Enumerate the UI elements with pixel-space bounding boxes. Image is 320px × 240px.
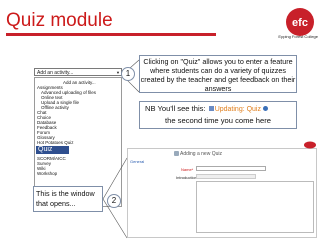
general-section-label: General <box>130 159 145 164</box>
quiz-icon <box>174 151 179 156</box>
editor-toolbar[interactable] <box>196 174 256 179</box>
window-title: Adding a new Quiz <box>180 151 222 157</box>
updating-quiz-label: Updating: Quiz <box>214 106 261 113</box>
introduction-label: Introduction <box>176 175 197 180</box>
callout-nb-prefix: NB You'll see this: <box>145 104 206 113</box>
step-number-1: 1 <box>121 67 135 81</box>
callout-nb-line1: NB You'll see this: Updating: Quiz <box>145 104 269 113</box>
name-label: Name* <box>181 167 194 172</box>
name-input[interactable] <box>196 166 266 171</box>
callout-nb-line2: the second time you come here <box>165 116 271 125</box>
introduction-editor[interactable] <box>196 181 314 233</box>
updating-icon <box>208 106 214 111</box>
mini-logo-icon <box>304 141 316 149</box>
step-number-2: 2 <box>107 194 121 208</box>
help-icon <box>263 106 269 111</box>
callout-quiz-info-text: Clicking on "Quiz" allows you to enter a… <box>140 57 296 93</box>
callout-window-text: This is the window that opens... <box>36 189 95 208</box>
